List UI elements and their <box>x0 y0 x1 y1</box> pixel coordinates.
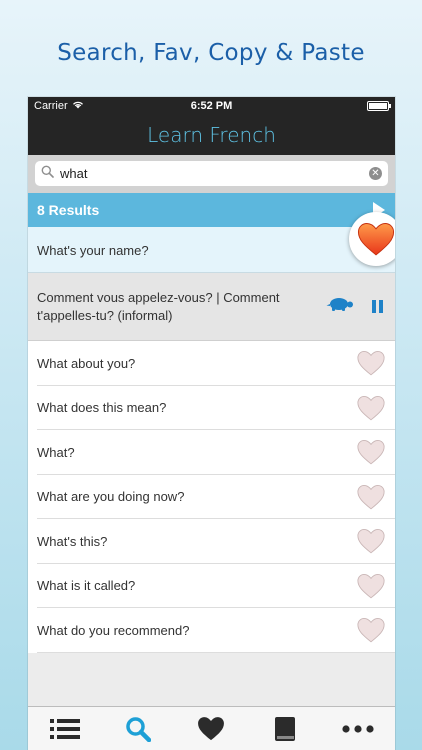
status-bar: Carrier 6:52 PM <box>28 97 395 115</box>
turtle-slow-icon[interactable] <box>326 296 354 317</box>
search-input[interactable] <box>54 166 369 181</box>
list-item[interactable]: What are you doing now? <box>28 474 395 519</box>
battery-icon <box>367 101 391 111</box>
heart-outline-icon[interactable] <box>357 395 385 421</box>
phone-screen: Carrier 6:52 PM Learn French ✕ 8 Results… <box>28 97 395 750</box>
heart-outline-icon[interactable] <box>357 617 385 643</box>
translation-panel[interactable]: Comment vous appelez-vous? | Comment t'a… <box>28 273 395 341</box>
list-item[interactable]: What about you? <box>28 341 395 386</box>
clear-icon[interactable]: ✕ <box>369 167 382 180</box>
phrase-text: What do you recommend? <box>37 622 190 638</box>
pause-icon[interactable] <box>372 300 383 313</box>
results-count: 8 Results <box>37 202 100 218</box>
list-item[interactable]: What? <box>28 430 395 475</box>
results-header: 8 Results <box>28 193 395 227</box>
list-item[interactable]: What does this mean? <box>28 385 395 430</box>
phrase-text: What about you? <box>37 355 136 371</box>
heart-outline-icon[interactable] <box>357 350 385 376</box>
tab-heart-icon[interactable] <box>191 713 231 745</box>
heart-outline-icon[interactable] <box>357 484 385 510</box>
search-box[interactable]: ✕ <box>35 161 388 186</box>
tab-bar <box>28 706 395 750</box>
list-item[interactable]: What do you recommend? <box>28 608 395 653</box>
phrase-text: What's this? <box>37 533 108 549</box>
list-item-selected[interactable]: What's your name? <box>28 212 395 273</box>
phrase-text: What are you doing now? <box>37 489 185 505</box>
phrase-text: What is it called? <box>37 578 136 594</box>
favorite-heart-icon[interactable] <box>349 212 395 266</box>
promo-title: Search, Fav, Copy & Paste <box>57 40 365 66</box>
heart-outline-icon[interactable] <box>357 528 385 554</box>
heart-outline-icon[interactable] <box>357 573 385 599</box>
translation-text: Comment vous appelez-vous? | Comment t'a… <box>37 289 280 323</box>
nav-title: Learn French <box>28 115 395 155</box>
phrase-text: What? <box>37 444 75 460</box>
tab-book-icon[interactable] <box>265 713 305 745</box>
search-icon <box>41 165 54 183</box>
tab-search-icon[interactable] <box>118 713 158 745</box>
tab-more-icon[interactable] <box>338 713 378 745</box>
tab-list-icon[interactable] <box>45 713 85 745</box>
phrase-text: What does this mean? <box>37 400 167 416</box>
phrase-text: What's your name? <box>37 242 149 258</box>
list-item[interactable]: What is it called? <box>28 563 395 608</box>
search-bar: ✕ <box>28 155 395 193</box>
phrase-list: What about you? What does this mean? Wha… <box>28 341 395 653</box>
list-item[interactable]: What's this? <box>28 519 395 564</box>
heart-outline-icon[interactable] <box>357 439 385 465</box>
status-time: 6:52 PM <box>190 100 233 112</box>
